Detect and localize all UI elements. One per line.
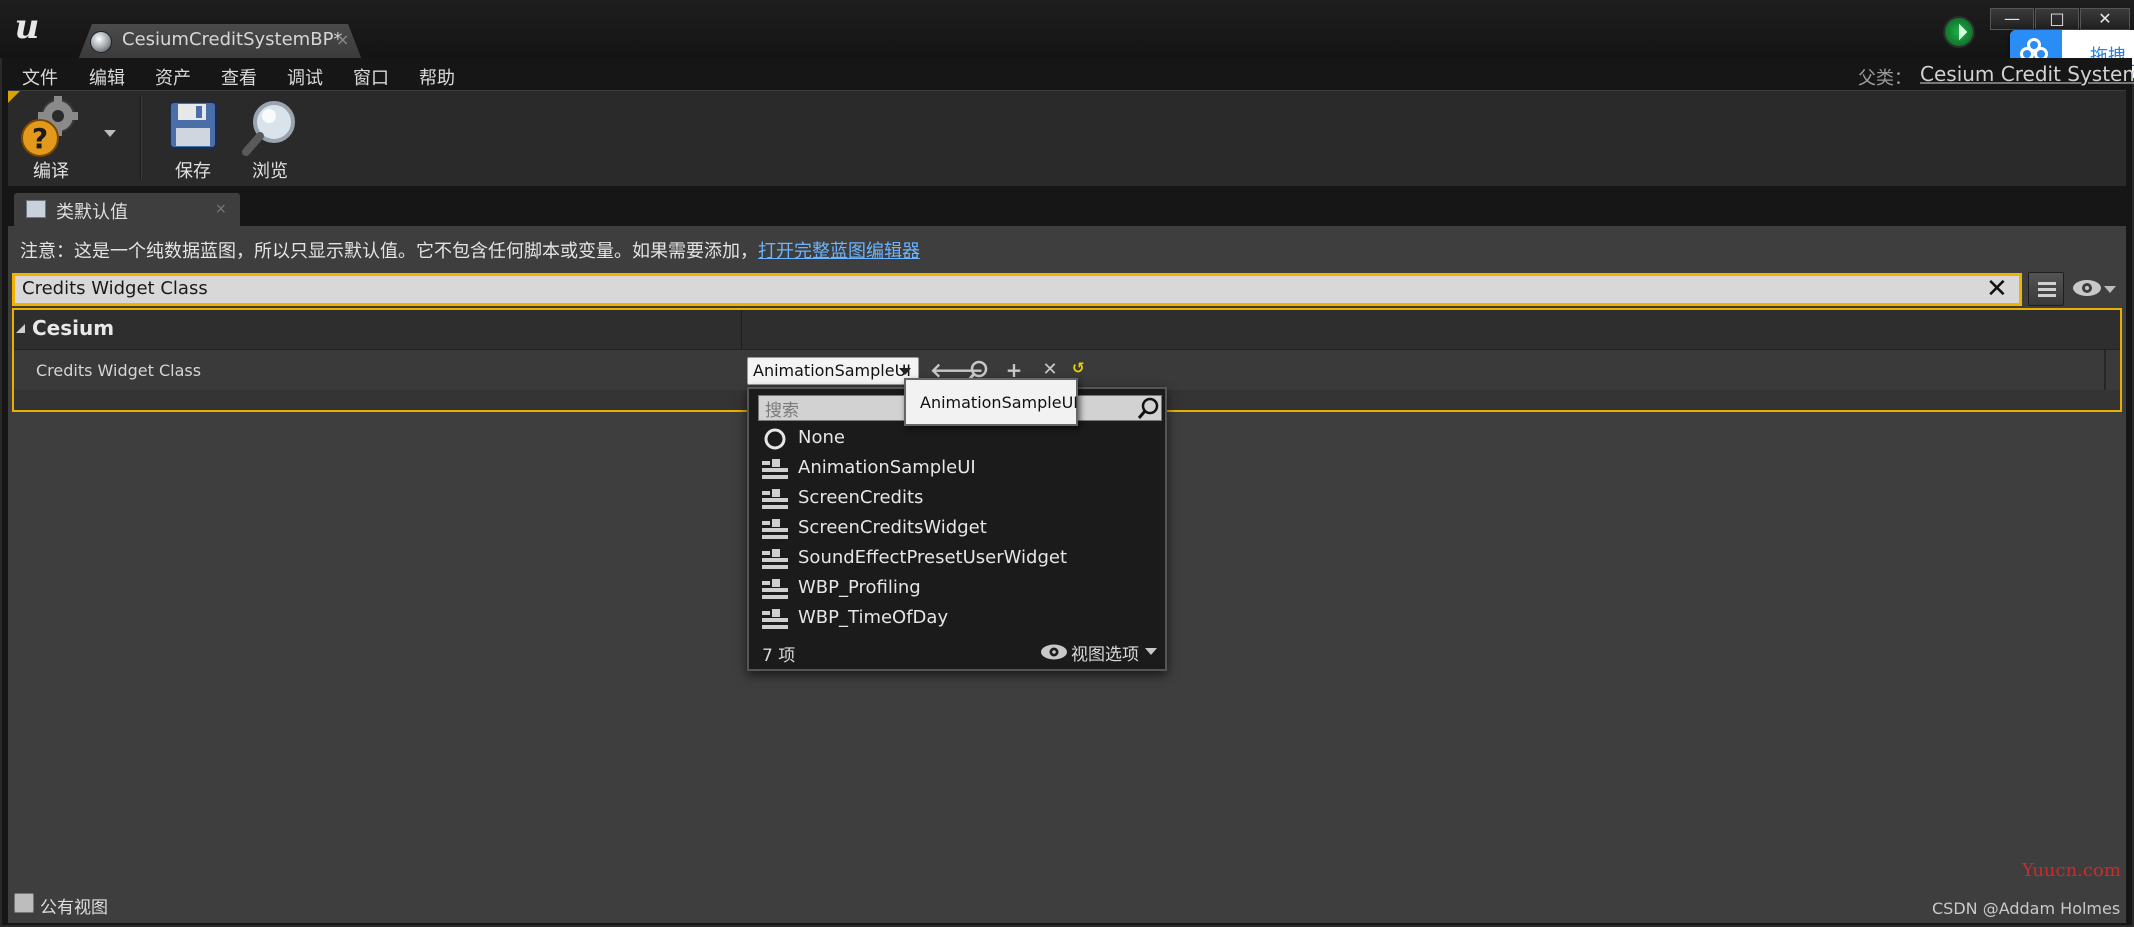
source-control-status-icon[interactable] <box>1943 16 1975 48</box>
class-option-soundeffectpresetuserwidget[interactable]: SoundEffectPresetUserWidget <box>762 544 1162 574</box>
maximize-button[interactable]: □ <box>2035 8 2079 30</box>
toolbar-corner-marker <box>8 91 20 103</box>
save-icon[interactable] <box>168 100 218 150</box>
menu-edit[interactable]: 编辑 <box>89 64 125 90</box>
menu-view[interactable]: 查看 <box>221 64 257 90</box>
category-row-cesium[interactable] <box>14 310 2120 350</box>
browse-label[interactable]: 浏览 <box>252 157 288 183</box>
toolbar <box>8 90 2126 186</box>
menu-asset[interactable]: 资产 <box>155 64 191 90</box>
compile-icon[interactable]: ? <box>20 96 84 158</box>
watermark-csdn: CSDN @Addam Holmes <box>1932 899 2121 918</box>
class-picker-item-count: 7 项 <box>762 646 796 666</box>
category-expand-arrow-icon[interactable] <box>16 324 25 333</box>
class-picker-chevron-down-icon[interactable] <box>899 368 911 375</box>
minimize-button[interactable]: — <box>1990 8 2034 30</box>
view-options-chevron-down-icon[interactable] <box>2104 286 2116 293</box>
tooltip-text: AnimationSampleUI <box>920 393 1078 412</box>
menu-window[interactable]: 窗口 <box>353 64 389 90</box>
reset-to-default-icon[interactable]: ↺ <box>1072 360 1088 376</box>
class-picker-view-options-button[interactable]: 视图选项 <box>1071 640 1139 665</box>
class-picker-search-placeholder[interactable]: 搜索 <box>765 396 799 421</box>
class-option-label: None <box>798 427 845 448</box>
widget-class-icon <box>762 519 788 539</box>
none-circle-icon <box>764 428 786 450</box>
watermark-yuucn: Yuucn.com <box>2022 860 2121 881</box>
class-option-label: SoundEffectPresetUserWidget <box>798 547 1068 568</box>
blueprint-asset-icon <box>90 31 112 53</box>
compile-label[interactable]: 编译 <box>33 157 69 183</box>
class-picker-value[interactable]: AnimationSampleUI <box>753 361 911 380</box>
notice-text: 注意：这是一个纯数据蓝图，所以只显示默认值。它不包含任何脚本或变量。如果需要添加… <box>20 241 758 262</box>
parent-class-link[interactable]: Cesium Credit System <box>1920 62 2134 86</box>
unreal-logo-icon[interactable]: u <box>8 8 46 46</box>
tab-class-defaults-label: 类默认值 <box>56 202 128 223</box>
public-view-label[interactable]: 公有视图 <box>40 893 108 918</box>
details-search-value[interactable]: Credits Widget Class <box>22 278 208 299</box>
class-option-none[interactable]: None <box>762 424 1162 454</box>
document-tab-label: CesiumCreditSystemBP* <box>122 29 343 50</box>
open-full-blueprint-editor-link[interactable]: 打开完整蓝图编辑器 <box>758 241 920 262</box>
browse-magnifier-icon[interactable] <box>242 98 300 156</box>
panel-tab-strip <box>8 186 2126 226</box>
class-option-label: WBP_Profiling <box>798 577 921 598</box>
widget-class-icon <box>762 579 788 599</box>
widget-class-icon <box>762 489 788 509</box>
widget-class-icon <box>762 609 788 629</box>
property-label: Credits Widget Class <box>36 361 202 380</box>
menu-debug[interactable]: 调试 <box>287 64 323 90</box>
class-defaults-icon <box>26 200 46 218</box>
search-icon[interactable] <box>1134 395 1162 421</box>
details-search-input[interactable] <box>12 273 2022 306</box>
data-only-notice: 注意：这是一个纯数据蓝图，所以只显示默认值。它不包含任何脚本或变量。如果需要添加… <box>20 237 920 263</box>
column-divider[interactable] <box>741 310 742 350</box>
svg-text:?: ? <box>32 122 48 155</box>
class-option-label: WBP_TimeOfDay <box>798 607 949 628</box>
view-options-chevron-down-icon[interactable] <box>1145 648 1157 655</box>
parent-class-label: 父类： <box>1858 68 1912 89</box>
widget-class-icon <box>762 459 788 479</box>
property-matrix-button[interactable] <box>2028 272 2064 306</box>
eye-icon[interactable] <box>1040 643 1068 661</box>
view-options-eye-icon[interactable] <box>2072 278 2102 298</box>
compile-options-chevron-down-icon[interactable] <box>104 130 116 137</box>
class-option-label: ScreenCredits <box>798 487 924 508</box>
widget-class-icon <box>762 549 788 569</box>
class-option-screencreditswidget[interactable]: ScreenCreditsWidget <box>762 514 1162 544</box>
class-option-label: AnimationSampleUI <box>798 457 976 478</box>
save-label[interactable]: 保存 <box>175 157 211 183</box>
class-option-screencredits[interactable]: ScreenCredits <box>762 484 1162 514</box>
property-row-edge <box>2104 350 2106 390</box>
class-option-label: ScreenCreditsWidget <box>798 517 987 538</box>
menu-help[interactable]: 帮助 <box>419 64 455 90</box>
menu-file[interactable]: 文件 <box>22 64 58 90</box>
class-option-wbp-timeofday[interactable]: WBP_TimeOfDay <box>762 604 1162 634</box>
category-label: Cesium <box>32 316 115 340</box>
close-window-button[interactable]: ✕ <box>2080 8 2130 30</box>
document-tab-close-icon[interactable]: × <box>336 30 349 49</box>
public-view-checkbox[interactable] <box>14 893 34 913</box>
toolbar-separator <box>140 96 142 180</box>
tab-close-icon[interactable]: × <box>215 201 227 217</box>
class-option-animationsampleui[interactable]: AnimationSampleUI <box>762 454 1162 484</box>
search-clear-icon[interactable]: ✕ <box>1986 274 2008 304</box>
class-option-wbp-profiling[interactable]: WBP_Profiling <box>762 574 1162 604</box>
